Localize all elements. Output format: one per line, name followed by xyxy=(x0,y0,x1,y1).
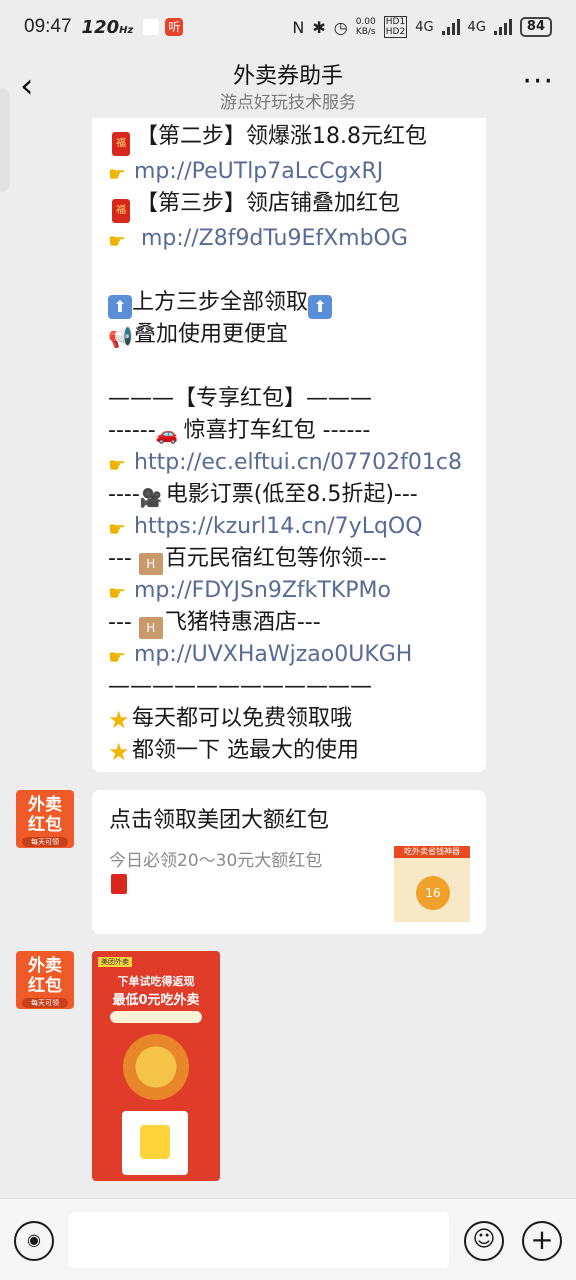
mascot-illustration xyxy=(116,1031,196,1111)
bluetooth-icon: ✱ xyxy=(312,17,326,37)
card-title: 点击领取美团大额红包 xyxy=(109,808,330,833)
star-icon: ★ xyxy=(108,706,130,734)
listen-app-icon: 听 xyxy=(165,18,184,36)
chat-subtitle: 游点好玩技术服务 xyxy=(220,93,356,113)
input-bar: ◉ ☺ + xyxy=(0,1198,576,1280)
floating-edge-tab[interactable] xyxy=(0,88,10,192)
pointing-hand-icon: ☛ xyxy=(108,229,126,253)
status-bar: 09:47 120Hz 听 N ✱ ◷ 0.00 KB/s HD1 HD2 4G 4… xyxy=(0,0,576,54)
up-arrow-icon: ⬆ xyxy=(308,295,333,319)
megaphone-icon: 📢 xyxy=(108,325,133,349)
refresh-rate: 120Hz xyxy=(81,16,134,38)
card-description: 今日必领20～30元大额红包 xyxy=(109,851,323,871)
up-arrow-icon: ⬆ xyxy=(108,295,132,319)
text-message-bubble[interactable]: 福【第二步】领爆涨18.8元红包 ☛ mp://PeUTlp7aLcCgxRJ 福… xyxy=(92,118,486,772)
mini-program-card[interactable]: 点击领取美团大额红包 今日必领20～30元大额红包 吃外卖省钱神器 16 xyxy=(92,790,486,934)
chat-title: 外卖券助手 xyxy=(232,64,343,89)
message-line: ☛ mp://PeUTlp7aLcCgxRJ xyxy=(108,156,486,188)
avatar[interactable]: 外卖 红包 每天可领 xyxy=(16,951,74,1009)
message-line: ★ 都领一下 选最大的使用 xyxy=(108,738,359,766)
message-line: ----🎥 电影订票(低至8.5折起)--- xyxy=(108,482,418,509)
qr-code xyxy=(122,1111,188,1175)
message-link[interactable]: https://kzurl14.cn/7yLqOQ xyxy=(134,514,423,539)
network-type-2: 4G xyxy=(467,19,486,35)
message-link[interactable]: mp://Z8f9dTu9EfXmbOG xyxy=(134,226,408,251)
message-line: ☛ mp://FDYJSn9ZfkTKPMo xyxy=(108,575,486,607)
card-thumbnail: 吃外卖省钱神器 16 xyxy=(394,846,470,922)
message-line: ⬆ 上方三步全部领取 ⬆ xyxy=(108,287,486,319)
red-envelope-icon: 福 xyxy=(112,132,130,156)
message-link[interactable]: http://ec.elftui.cn/07702f01c8 xyxy=(134,450,462,475)
pointing-hand-icon: ☛ xyxy=(108,517,126,541)
message-line: --- H 百元民宿红包等你领--- xyxy=(108,543,486,575)
status-right: N ✱ ◷ 0.00 KB/s HD1 HD2 4G 4G 84 xyxy=(292,16,552,38)
message-line: ★ 每天都可以免费领取哦 xyxy=(108,706,353,734)
signal-bars-icon xyxy=(441,19,460,35)
message-line: ☛ http://ec.elftui.cn/07702f01c8 xyxy=(108,447,486,479)
red-envelope-icon: 福 xyxy=(112,199,130,223)
notification-square-icon xyxy=(143,19,160,35)
message-input[interactable] xyxy=(69,1212,449,1268)
star-icon: ★ xyxy=(108,738,130,766)
message-link[interactable]: mp://UVXHaWjzao0UKGH xyxy=(134,642,412,667)
divider-line: ———————————— xyxy=(108,674,372,699)
car-icon: 🚗 xyxy=(155,424,179,445)
voice-icon[interactable]: ◉ xyxy=(14,1221,54,1261)
pointing-hand-icon: ☛ xyxy=(108,581,126,605)
network-speed: 0.00 KB/s xyxy=(355,17,376,37)
battery-level: 84 xyxy=(519,17,552,37)
emoji-icon[interactable]: ☺ xyxy=(464,1221,504,1261)
nfc-icon: N xyxy=(292,17,305,37)
hotel-icon: H xyxy=(138,553,163,575)
message-line: ☛ mp://UVXHaWjzao0UKGH xyxy=(108,639,486,671)
message-line: 福【第三步】领店铺叠加红包 xyxy=(108,188,486,223)
red-envelope-icon xyxy=(111,874,127,894)
hotel-icon: H xyxy=(138,617,163,639)
plus-icon[interactable]: + xyxy=(522,1221,562,1261)
network-type-1: 4G xyxy=(415,19,434,35)
message-line: ☛ https://kzurl14.cn/7yLqOQ xyxy=(108,511,486,543)
message-link[interactable]: mp://FDYJSn9ZfkTKPMo xyxy=(134,578,391,603)
section-header: ———【专享红包】——— xyxy=(108,386,373,411)
pointing-hand-icon: ☛ xyxy=(108,453,126,477)
chat-header: ‹ 外卖券助手 游点好玩技术服务 ··· xyxy=(0,54,576,118)
pointing-hand-icon: ☛ xyxy=(108,162,126,186)
poster-pill xyxy=(110,1011,202,1023)
message-line: ☛ mp://Z8f9dTu9EfXmbOG xyxy=(108,223,486,255)
message-line: --- H 飞猪特惠酒店--- xyxy=(108,607,486,639)
alarm-icon: ◷ xyxy=(333,17,348,37)
pointing-hand-icon: ☛ xyxy=(108,645,126,669)
message-line: ------🚗 惊喜打车红包 ------ xyxy=(108,418,371,445)
message-link[interactable]: mp://PeUTlp7aLcCgxRJ xyxy=(134,159,383,184)
hd-badge: HD1 HD2 xyxy=(383,16,408,38)
signal-bars-icon xyxy=(493,19,512,35)
message-line: 福【第二步】领爆涨18.8元红包 xyxy=(108,121,486,156)
film-camera-icon: 🎥 xyxy=(139,488,163,509)
poster-image[interactable]: 美团外卖 下单试吃得返现 最低0元吃外卖 xyxy=(92,951,220,1181)
message-line: 📢叠加使用更便宜 xyxy=(108,322,289,349)
status-time: 09:47 xyxy=(24,16,72,37)
avatar[interactable]: 外卖 红包 每天可领 xyxy=(16,790,74,848)
more-dots-icon[interactable]: ··· xyxy=(522,67,554,97)
